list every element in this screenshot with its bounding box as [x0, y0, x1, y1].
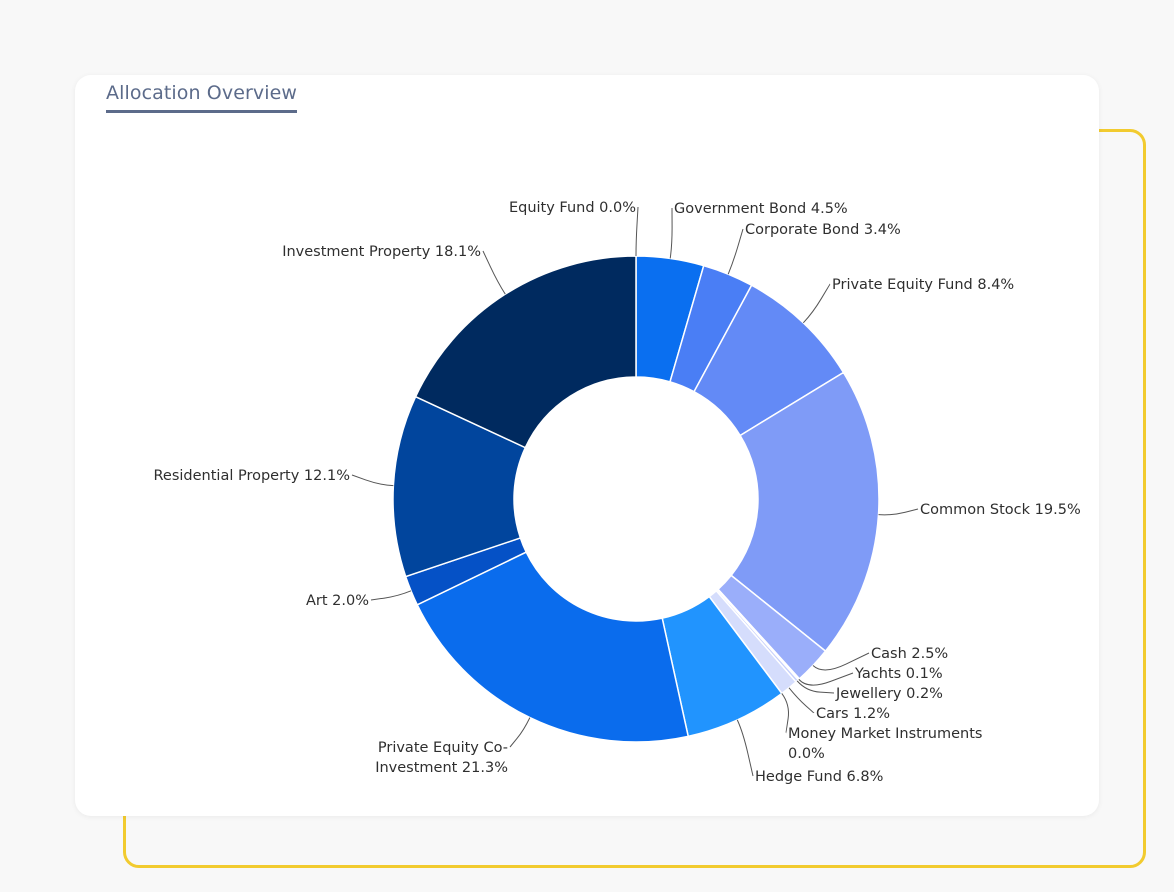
- label-investment-property: Investment Property 18.1%: [282, 244, 481, 260]
- label-hedge-fund: Hedge Fund 6.8%: [755, 769, 883, 785]
- label-residential-property: Residential Property 12.1%: [153, 468, 350, 484]
- label-jewellery: Jewellery 0.2%: [835, 686, 943, 702]
- label-art: Art 2.0%: [306, 593, 369, 609]
- connector-cars: [788, 687, 815, 714]
- connector-government-bond: [669, 207, 673, 259]
- label-cars: Cars 1.2%: [816, 706, 890, 722]
- label-government-bond: Government Bond 4.5%: [674, 201, 848, 217]
- connector-yachts: [798, 672, 854, 686]
- label-yachts: Yachts 0.1%: [854, 666, 943, 682]
- label-money-market-instruments: Money Market Instruments 0.0%: [788, 726, 982, 762]
- label-equity-fund: Equity Fund 0.0%: [509, 200, 636, 216]
- connector-residential-property: [351, 474, 394, 487]
- connector-common-stock: [878, 508, 919, 516]
- connector-corporate-bond: [727, 228, 744, 275]
- label-private-equity-co-investment: Private Equity Co-Investment 21.3%: [375, 740, 508, 776]
- label-private-equity-fund: Private Equity Fund 8.4%: [832, 277, 1014, 293]
- label-corporate-bond: Corporate Bond 3.4%: [745, 222, 901, 238]
- connector-hedge-fund: [736, 719, 754, 777]
- connector-private-equity-fund: [802, 283, 831, 324]
- connector-art: [370, 590, 412, 601]
- donut-slices: [392, 255, 880, 743]
- connector-equity-fund: [635, 206, 639, 257]
- label-common-stock: Common Stock 19.5%: [920, 502, 1081, 518]
- connector-private-equity-co-investment: [509, 717, 531, 748]
- label-cash: Cash 2.5%: [871, 646, 948, 662]
- connector-investment-property: [482, 250, 506, 295]
- allocation-donut-chart: Equity Fund 0.0% Government Bond 4.5% Corp…: [153, 200, 1081, 785]
